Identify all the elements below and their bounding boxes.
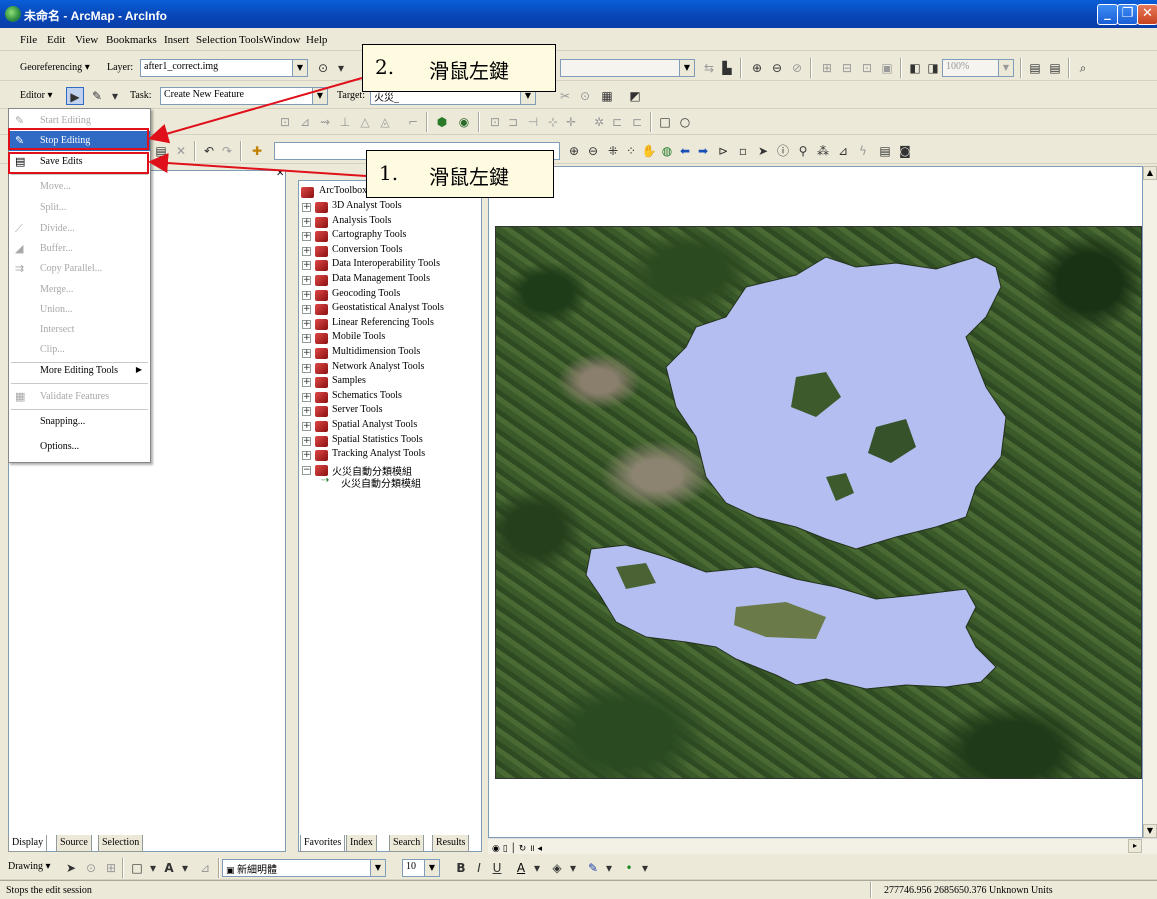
status-message: Stops the edit session [6, 885, 92, 896]
drawing-toolbar: Drawing ▾ ➤ ⊙ ⊞ □ ▾ A ▾ ⊿ ▣ 新細明體 ▼ 10 ▼ … [0, 856, 1157, 880]
status-coordinates: 277746.956 2685650.376 Unknown Units [884, 885, 1053, 896]
chevron-down-icon[interactable]: ▼ [424, 860, 439, 876]
bold-icon[interactable]: B [452, 859, 470, 877]
font-size-value: 10 [406, 861, 416, 872]
line-color-dropdown-icon[interactable]: ▾ [600, 859, 618, 877]
text-dropdown-icon[interactable]: ▾ [176, 859, 194, 877]
underline-icon[interactable]: U [488, 859, 506, 877]
callout-step-2: 2. 滑鼠左鍵 [362, 44, 556, 92]
edit-vertices-icon[interactable]: ⊿ [196, 859, 214, 877]
marker-color-dropdown-icon[interactable]: ▾ [636, 859, 654, 877]
drawing-menu[interactable]: Drawing ▾ [8, 861, 51, 872]
italic-icon[interactable]: I [470, 859, 488, 877]
select-elements-icon[interactable]: ➤ [62, 859, 80, 877]
rotate-element-icon[interactable]: ⊙ [82, 859, 100, 877]
annotation-arrows [148, 77, 367, 177]
font-icon: ▣ [226, 866, 235, 876]
chevron-down-icon[interactable]: ▼ [370, 860, 385, 876]
status-bar: Stops the edit session 277746.956 268565… [0, 880, 1157, 899]
font-select-value: 新細明體 [237, 865, 278, 876]
callout-step-1: 1. 滑鼠左鍵 [366, 150, 554, 198]
font-select[interactable]: ▣ 新細明體 ▼ [222, 859, 386, 877]
zoom-selected-icon[interactable]: ⊞ [102, 859, 120, 877]
font-size-select[interactable]: 10 ▼ [402, 859, 440, 877]
font-color-dropdown-icon[interactable]: ▾ [528, 859, 546, 877]
fill-color-dropdown-icon[interactable]: ▾ [564, 859, 582, 877]
